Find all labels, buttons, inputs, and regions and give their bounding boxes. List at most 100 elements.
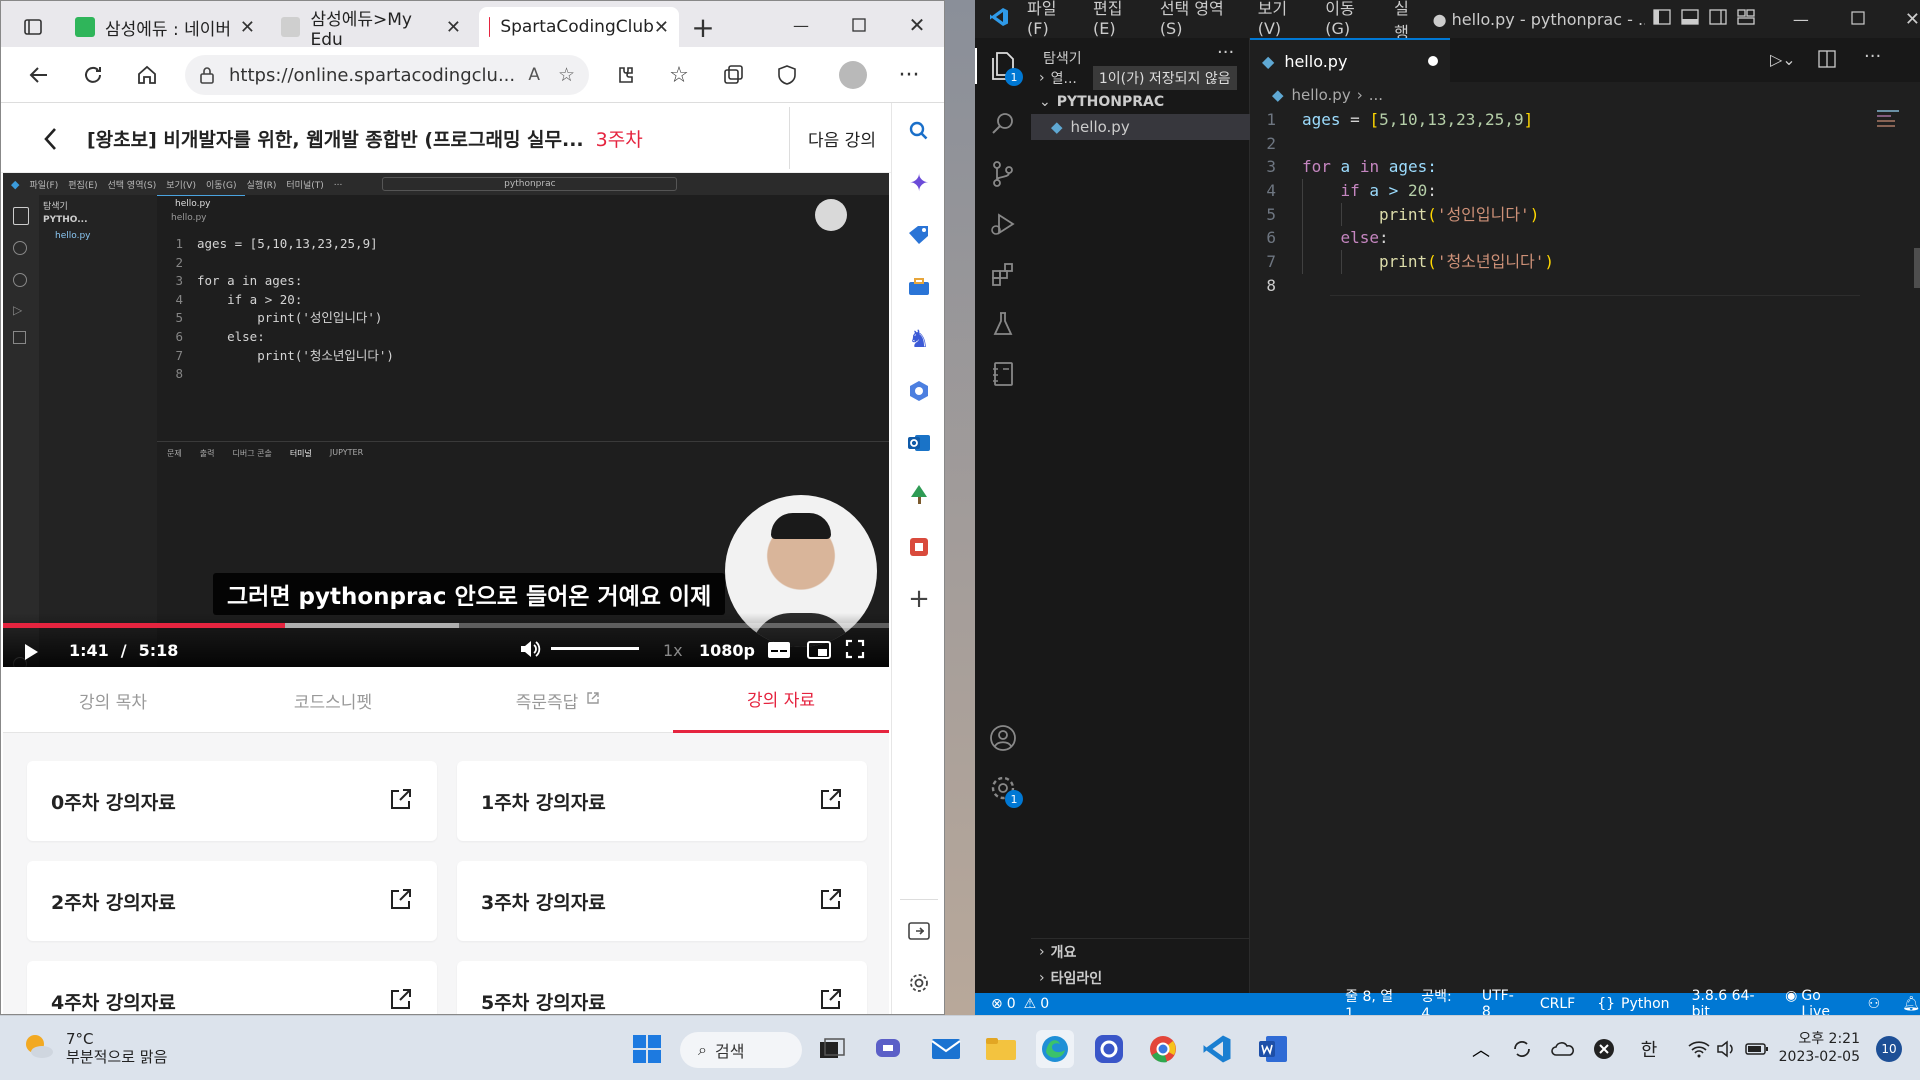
taskbar-search[interactable]: ⌕ 검색 bbox=[680, 1032, 802, 1068]
video-player[interactable]: ◆ 파일(F) 편집(E) 선택 영역(S) 보기(V) 이동(G) 실행(R) 터미널(T… bbox=[3, 173, 889, 667]
chrome-icon[interactable] bbox=[1144, 1030, 1182, 1068]
word-icon[interactable] bbox=[1254, 1030, 1292, 1068]
material-card[interactable]: 3주차 강의자료 bbox=[457, 861, 867, 941]
ime-indicator[interactable]: 한 bbox=[1630, 1030, 1668, 1068]
tab-actions-icon[interactable] bbox=[17, 11, 49, 43]
tab-code-snippet[interactable]: 코드스니펫 bbox=[223, 667, 443, 733]
back-arrow-icon[interactable] bbox=[35, 123, 67, 155]
blue-app-icon[interactable] bbox=[1090, 1030, 1128, 1068]
accounts-sync-icon[interactable]: ⚇ bbox=[1868, 996, 1881, 1012]
sidebar-settings-icon[interactable] bbox=[905, 969, 933, 997]
profile-avatar-icon[interactable] bbox=[837, 59, 869, 91]
editor-tab-hello[interactable]: ◆ hello.py bbox=[1250, 38, 1450, 82]
copilot-sparkle-icon[interactable]: ✦ bbox=[905, 169, 933, 197]
games-chess-icon[interactable]: ♞ bbox=[905, 325, 933, 353]
microsoft365-icon[interactable] bbox=[905, 377, 933, 405]
explorer-more-icon[interactable]: ··· bbox=[1217, 42, 1234, 63]
edge-taskbar-icon[interactable] bbox=[1036, 1030, 1074, 1068]
outlook-icon[interactable] bbox=[905, 429, 933, 457]
folder-section[interactable]: ⌄ PYTHONPRAC bbox=[1031, 90, 1250, 114]
timeline-section[interactable]: › 타임라인 bbox=[1031, 966, 1250, 990]
split-editor-icon[interactable] bbox=[1818, 50, 1836, 72]
read-aloud-icon[interactable]: A bbox=[528, 65, 540, 85]
add-sidebar-app-icon[interactable]: + bbox=[905, 584, 933, 614]
material-card[interactable]: 1주차 강의자료 bbox=[457, 761, 867, 841]
customize-layout-icon[interactable] bbox=[1737, 9, 1755, 29]
editor-more-icon[interactable]: ··· bbox=[1864, 46, 1881, 67]
unsaved-dot-icon[interactable] bbox=[1428, 56, 1438, 66]
jupyter-notebook-icon[interactable] bbox=[985, 356, 1021, 392]
back-icon[interactable] bbox=[23, 59, 55, 91]
material-card[interactable]: 0주차 강의자료 bbox=[27, 761, 437, 841]
account-icon[interactable] bbox=[985, 720, 1021, 756]
layout-panel-icon[interactable] bbox=[1681, 9, 1699, 29]
minimize-icon[interactable]: — bbox=[1793, 10, 1809, 29]
layout-secondary-icon[interactable] bbox=[1709, 9, 1727, 29]
fullscreen-icon[interactable] bbox=[845, 639, 865, 663]
show-hidden-icons-chevron[interactable]: ︿ bbox=[1462, 1030, 1500, 1068]
volume-slider[interactable] bbox=[551, 647, 639, 650]
end-of-line[interactable]: CRLF bbox=[1540, 996, 1575, 1012]
start-windows-icon[interactable] bbox=[628, 1030, 666, 1068]
manage-gear-icon[interactable]: 1 bbox=[985, 770, 1023, 808]
run-debug-icon[interactable] bbox=[985, 206, 1021, 242]
next-lecture-button[interactable]: 다음 강의 bbox=[789, 107, 891, 169]
encoding[interactable]: UTF-8 bbox=[1482, 988, 1518, 1015]
home-icon[interactable] bbox=[131, 59, 163, 91]
notification-count-badge[interactable]: 10 bbox=[1876, 1036, 1902, 1062]
address-bar[interactable]: https://online.spartacodingclu... A ☆ bbox=[185, 55, 589, 95]
extensions-icon[interactable] bbox=[985, 256, 1021, 292]
play-icon[interactable] bbox=[23, 643, 39, 665]
material-card[interactable]: 5주차 강의자료 bbox=[457, 961, 867, 1014]
maximize-icon[interactable] bbox=[1851, 10, 1865, 29]
captions-icon[interactable] bbox=[767, 641, 791, 663]
menu-item[interactable]: 이동(G) bbox=[1325, 0, 1374, 43]
scrollbar-thumb[interactable] bbox=[1914, 248, 1920, 288]
minimize-icon[interactable]: — bbox=[785, 9, 817, 41]
testing-flask-icon[interactable] bbox=[985, 306, 1021, 342]
breadcrumb-file[interactable]: hello.py bbox=[1292, 86, 1351, 104]
search-icon[interactable] bbox=[985, 106, 1021, 142]
onedrive-icon[interactable] bbox=[1544, 1030, 1582, 1068]
material-card[interactable]: 4주차 강의자료 bbox=[27, 961, 437, 1014]
maximize-icon[interactable] bbox=[843, 9, 875, 41]
cursor-position[interactable]: 줄 8, 열 1 bbox=[1345, 986, 1399, 1015]
close-circle-icon[interactable] bbox=[1585, 1030, 1623, 1068]
menu-item[interactable]: 실행 bbox=[1394, 0, 1420, 43]
browser-tab-sparta[interactable]: SpartaCodingClub ✕ bbox=[479, 7, 679, 47]
browser-essentials-icon[interactable] bbox=[771, 59, 803, 91]
file-explorer-icon[interactable] bbox=[982, 1030, 1020, 1068]
language-mode[interactable]: {} Python bbox=[1597, 996, 1669, 1012]
close-window-icon[interactable]: ✕ bbox=[1905, 9, 1920, 30]
tab-lecture-list[interactable]: 강의 목차 bbox=[3, 667, 223, 733]
menu-item[interactable]: 파일(F) bbox=[1027, 0, 1073, 43]
quality-button[interactable]: 1080p bbox=[699, 641, 755, 660]
tab-materials[interactable]: 강의 자료 bbox=[673, 667, 889, 733]
explorer-icon[interactable]: 1 bbox=[985, 48, 1023, 86]
close-window-icon[interactable]: ✕ bbox=[901, 9, 933, 41]
battery-icon[interactable] bbox=[1738, 1030, 1776, 1068]
source-control-icon[interactable] bbox=[985, 156, 1021, 192]
office-app-icon[interactable] bbox=[905, 533, 933, 561]
code-editor[interactable]: 1 ages = [5,10,13,23,25,9] 2 3 for a in ages… bbox=[1250, 108, 1850, 298]
outline-section[interactable]: › 개요 bbox=[1031, 940, 1250, 964]
bing-search-icon[interactable] bbox=[905, 117, 933, 145]
vscode-taskbar-icon[interactable] bbox=[1198, 1030, 1236, 1068]
system-clock[interactable]: 오후 2:21 2023-02-05 bbox=[1779, 1030, 1860, 1066]
picture-in-picture-icon[interactable] bbox=[807, 641, 831, 663]
go-live-button[interactable]: ◉ Go Live bbox=[1785, 988, 1846, 1015]
minimap[interactable] bbox=[1877, 108, 1907, 148]
extensions-icon[interactable] bbox=[609, 59, 641, 91]
breadcrumb-symbol[interactable]: ... bbox=[1369, 86, 1383, 104]
teams-chat-icon[interactable] bbox=[870, 1030, 908, 1068]
tools-briefcase-icon[interactable] bbox=[905, 273, 933, 301]
shopping-tag-icon[interactable] bbox=[905, 221, 933, 249]
collections-icon[interactable] bbox=[717, 59, 749, 91]
new-tab-icon[interactable]: + bbox=[687, 11, 719, 44]
close-tab-icon[interactable]: ✕ bbox=[446, 17, 461, 38]
task-view-icon[interactable] bbox=[813, 1030, 851, 1068]
python-interpreter[interactable]: 3.8.6 64-bit bbox=[1692, 988, 1764, 1015]
browser-tab-myedu[interactable]: 삼성에듀>My Edu ✕ bbox=[271, 7, 471, 50]
indentation[interactable]: 공백: 4 bbox=[1421, 986, 1460, 1015]
close-tab-icon[interactable]: ✕ bbox=[240, 17, 255, 38]
